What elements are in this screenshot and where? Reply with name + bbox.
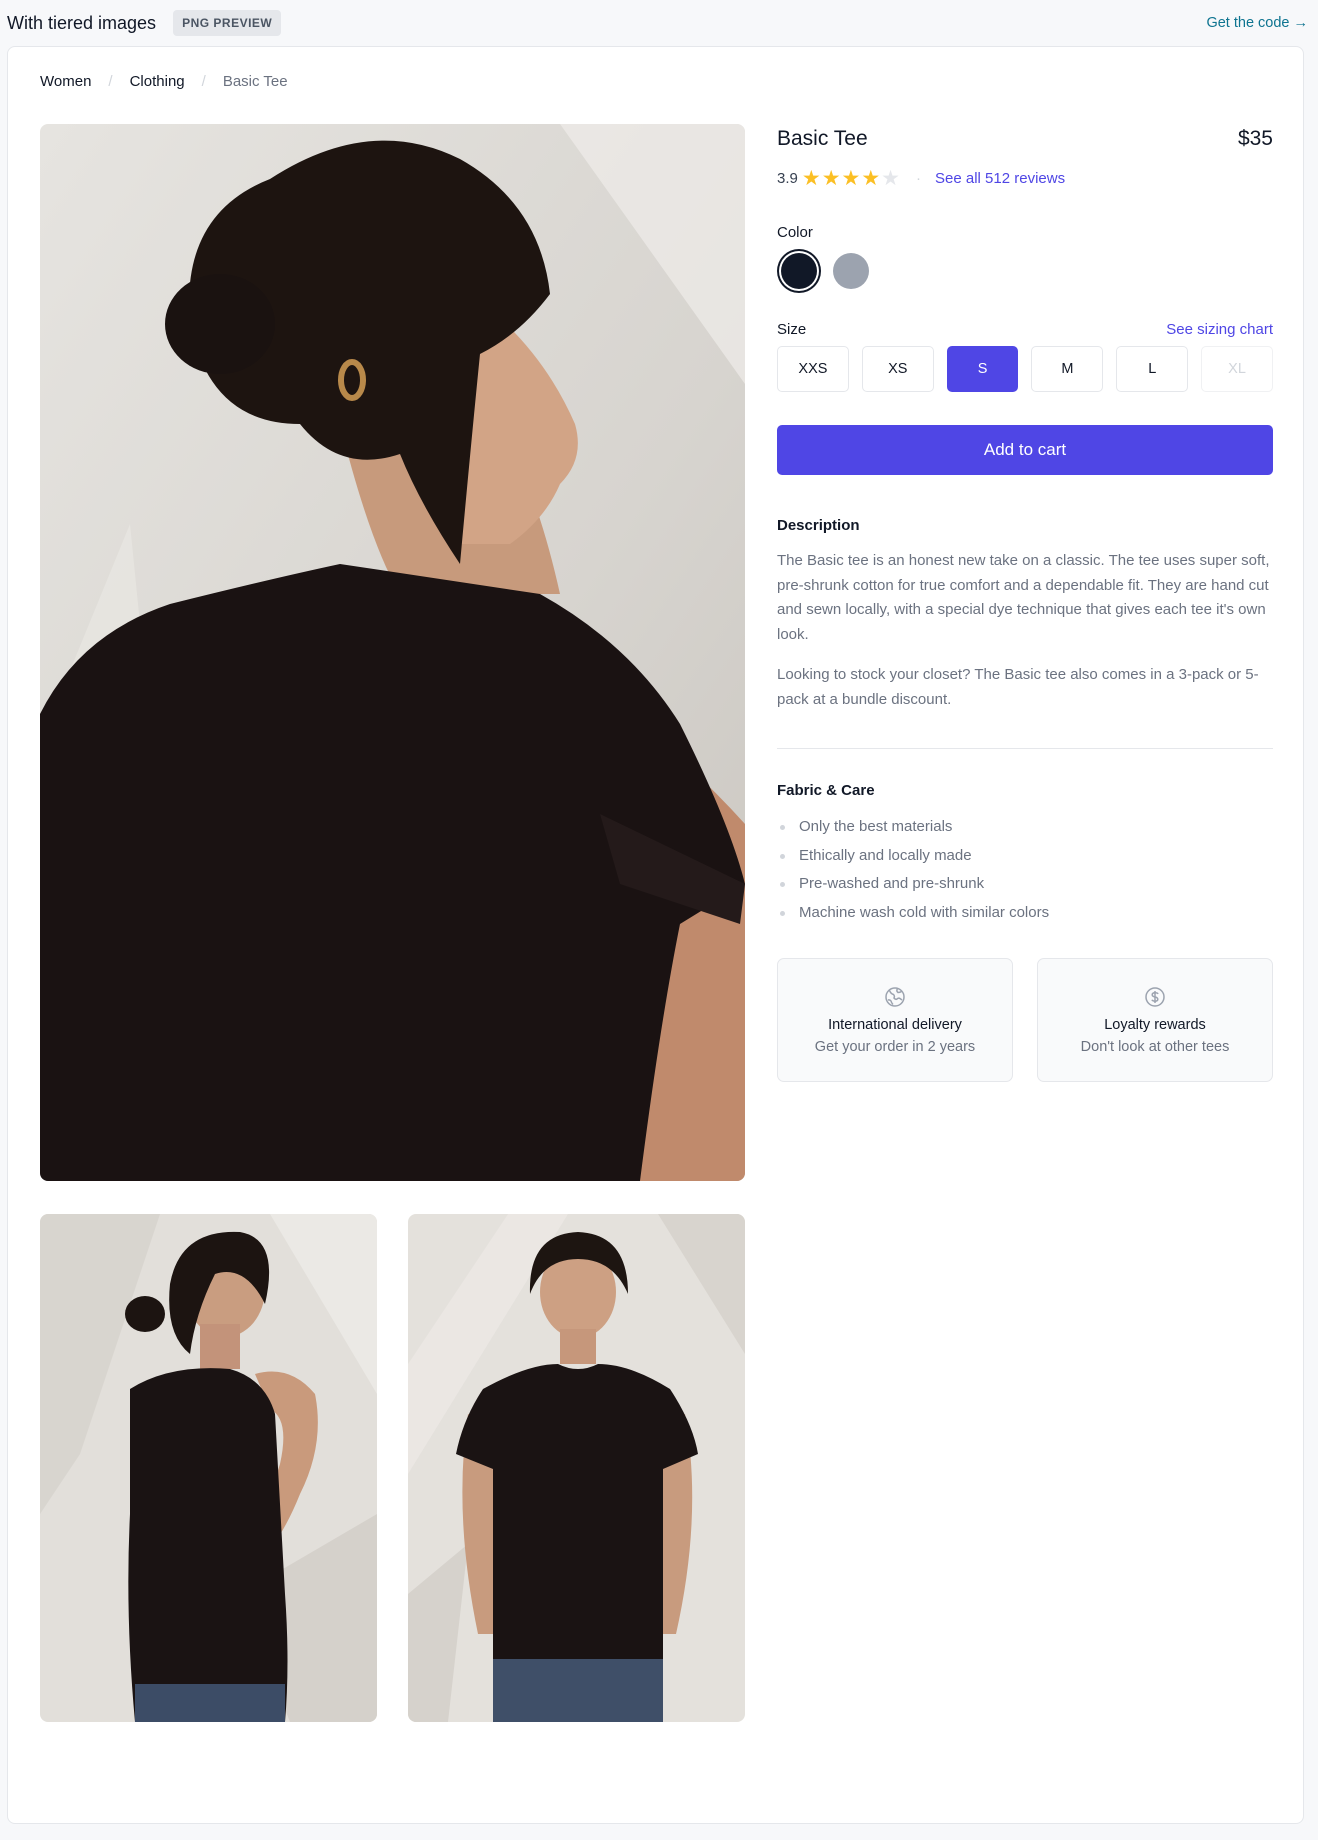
perk-loyalty-rewards: Loyalty rewards Don't look at other tees bbox=[1037, 958, 1273, 1082]
fabric-care-title: Fabric & Care bbox=[777, 782, 875, 799]
color-label: Color bbox=[777, 224, 813, 241]
breadcrumb: Women / Clothing / Basic Tee bbox=[40, 73, 288, 90]
star-icon: ★ bbox=[861, 167, 881, 190]
perk-title: International delivery bbox=[828, 1017, 962, 1033]
list-item: Pre-washed and pre-shrunk bbox=[777, 870, 1273, 899]
breadcrumb-women[interactable]: Women bbox=[40, 73, 91, 90]
perk-international-delivery: International delivery Get your order in… bbox=[777, 958, 1013, 1082]
product-price: $35 bbox=[1237, 127, 1273, 150]
size-option-s[interactable]: S bbox=[946, 346, 1019, 392]
breadcrumb-separator: / bbox=[201, 73, 206, 90]
perk-subtitle: Don't look at other tees bbox=[1080, 1039, 1230, 1055]
breadcrumb-separator: / bbox=[108, 73, 113, 90]
size-label: Size bbox=[777, 321, 807, 338]
get-the-code-label: Get the code bbox=[1206, 15, 1290, 31]
product-card: Women / Clothing / Basic Tee Basic Tee $… bbox=[7, 46, 1304, 1824]
color-swatch-heather-grey[interactable] bbox=[833, 253, 869, 289]
list-item: Only the best materials bbox=[777, 813, 1273, 842]
preview-title: With tiered images bbox=[7, 12, 157, 33]
star-icon: ★ bbox=[821, 167, 841, 190]
list-item: Ethically and locally made bbox=[777, 842, 1273, 871]
size-option-m[interactable]: M bbox=[1031, 346, 1104, 392]
star-icon: ★ bbox=[801, 167, 821, 190]
dollar-circle-icon bbox=[1145, 987, 1165, 1007]
list-item: Machine wash cold with similar colors bbox=[777, 899, 1273, 928]
description-title: Description bbox=[777, 517, 860, 534]
color-swatch-black[interactable] bbox=[781, 253, 817, 289]
preview-header: With tiered images PNG PREVIEW Get the c… bbox=[0, 0, 1318, 46]
color-picker: Color bbox=[777, 224, 1273, 293]
size-option-xl: XL bbox=[1201, 346, 1273, 392]
product-info: Basic Tee $35 3.9 ★ ★ ★ ★ ★ · See all 512 re… bbox=[777, 124, 1273, 1082]
section-divider bbox=[777, 748, 1273, 749]
add-to-cart-button[interactable]: Add to cart bbox=[777, 425, 1273, 475]
description-paragraph: Looking to stock your closet? The Basic … bbox=[777, 666, 1259, 708]
perk-title: Loyalty rewards bbox=[1104, 1017, 1206, 1033]
product-header: Basic Tee $35 bbox=[777, 124, 1273, 154]
breadcrumb-clothing[interactable]: Clothing bbox=[130, 73, 185, 90]
description-section: Description The Basic tee is an honest n… bbox=[777, 517, 1273, 712]
size-options: XXS XS S M L XL bbox=[777, 346, 1273, 392]
breadcrumb-current: Basic Tee bbox=[222, 73, 288, 90]
star-icon: ★ bbox=[841, 167, 861, 190]
policies: International delivery Get your order in… bbox=[777, 958, 1273, 1082]
fabric-care-list: Only the best materials Ethically and lo… bbox=[777, 813, 1273, 927]
globe-icon bbox=[885, 987, 905, 1007]
product-image-main bbox=[40, 124, 745, 1181]
size-header: Size See sizing chart bbox=[777, 321, 1273, 338]
size-option-xs[interactable]: XS bbox=[861, 346, 934, 392]
product-image-front bbox=[408, 1214, 745, 1722]
size-option-l[interactable]: L bbox=[1116, 346, 1189, 392]
png-preview-badge: PNG PREVIEW bbox=[173, 10, 282, 36]
get-the-code-link[interactable]: Get the code → bbox=[1206, 15, 1308, 31]
color-swatches bbox=[777, 249, 1273, 293]
rating-divider-dot: · bbox=[916, 170, 921, 187]
see-all-reviews-link[interactable]: See all 512 reviews bbox=[935, 170, 1065, 187]
star-icon: ★ bbox=[881, 167, 900, 190]
perk-subtitle: Get your order in 2 years bbox=[814, 1039, 976, 1055]
rating-stars: ★ ★ ★ ★ ★ bbox=[802, 168, 900, 189]
see-sizing-chart-link[interactable]: See sizing chart bbox=[1166, 321, 1273, 338]
product-image-side bbox=[40, 1214, 377, 1722]
description-paragraph: The Basic tee is an honest new take on a… bbox=[777, 552, 1270, 643]
rating-row: 3.9 ★ ★ ★ ★ ★ · See all 512 reviews bbox=[777, 168, 1273, 189]
arrow-right-icon: → bbox=[1293, 15, 1309, 31]
rating-value: 3.9 bbox=[777, 170, 798, 187]
size-option-xxs[interactable]: XXS bbox=[777, 346, 849, 392]
product-name: Basic Tee bbox=[777, 127, 868, 150]
